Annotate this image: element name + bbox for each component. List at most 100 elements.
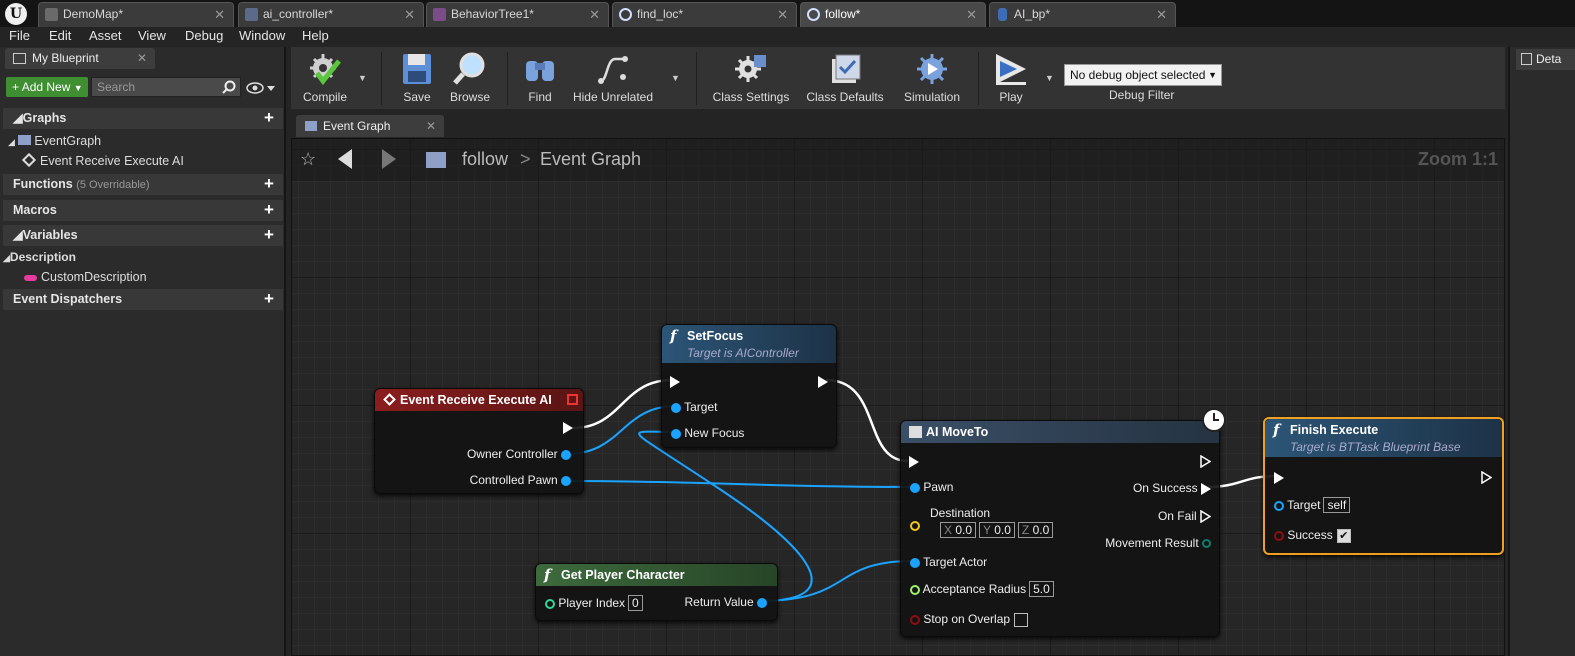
pin-exec-out[interactable] [818, 373, 828, 389]
menu-edit[interactable]: Edit [49, 28, 71, 43]
hide-unrelated-options-icon[interactable]: ▼ [671, 73, 680, 83]
function-icon: f [670, 327, 677, 345]
pin-target[interactable]: Target [671, 399, 717, 415]
target-self-field[interactable]: self [1323, 497, 1351, 513]
add-dispatcher-icon[interactable]: + [261, 290, 277, 307]
pin-target-actor[interactable]: Target Actor [910, 554, 987, 570]
save-button[interactable]: Save [397, 51, 437, 107]
tab-demomap[interactable]: DemoMap* ✕ [38, 2, 234, 27]
hide-unrelated-button[interactable]: Hide Unrelated [570, 51, 656, 107]
success-checkbox[interactable]: ✔ [1336, 528, 1351, 543]
play-options-icon[interactable]: ▼ [1045, 73, 1054, 83]
tab-ai-controller[interactable]: ai_controller* ✕ [238, 2, 424, 27]
pin-target[interactable]: Target self [1274, 497, 1351, 513]
pin-acceptance-radius[interactable]: Acceptance Radius 5.0 [910, 581, 1054, 597]
event-graph-tab[interactable]: Event Graph ✕ [296, 115, 444, 137]
close-icon[interactable]: ✕ [137, 48, 147, 69]
tree-event-receive-execute-ai[interactable]: Event Receive Execute AI [21, 152, 184, 168]
pin-exec-out[interactable] [1200, 453, 1211, 469]
tab-ai-bp[interactable]: AI_bp* ✕ [989, 2, 1176, 27]
pin-movement-result[interactable]: Movement Result [1105, 535, 1211, 551]
node-event-receive-execute-ai[interactable]: Event Receive Execute AI Owner Controlle… [374, 388, 584, 494]
acceptance-radius-field[interactable]: 5.0 [1029, 581, 1054, 597]
stop-on-overlap-checkbox[interactable] [1014, 612, 1029, 627]
functions-section[interactable]: Functions (5 Overridable) + [3, 174, 283, 195]
pin-on-success[interactable]: On Success [1133, 480, 1211, 496]
node-setfocus[interactable]: f SetFocus Target is AIController Target… [661, 324, 837, 448]
pin-owner-controller[interactable]: Owner Controller [467, 446, 571, 462]
add-new-button[interactable]: + Add New ▼ [6, 77, 88, 97]
play-icon [996, 54, 1026, 85]
menu-asset[interactable]: Asset [89, 28, 122, 43]
close-icon[interactable]: ✕ [777, 3, 788, 26]
pin-controlled-pawn[interactable]: Controlled Pawn [470, 472, 571, 488]
macros-section[interactable]: Macros + [3, 200, 283, 221]
pin-stop-on-overlap[interactable]: Stop on Overlap [910, 611, 1029, 627]
node-finish-execute[interactable]: f Finish Execute Target is BTTask Bluepr… [1263, 417, 1504, 555]
add-macro-icon[interactable]: + [261, 201, 277, 218]
menu-view[interactable]: View [138, 28, 166, 43]
my-blueprint-tab[interactable]: My Blueprint ✕ [5, 48, 155, 69]
tab-find-loc[interactable]: find_loc* ✕ [612, 2, 797, 27]
play-button[interactable]: Play [987, 51, 1035, 107]
pin-exec-out[interactable] [1481, 469, 1492, 485]
save-disk-icon [403, 54, 431, 84]
pin-player-index[interactable]: Player Index 0 [545, 595, 643, 611]
graphs-section[interactable]: ◢Graphs + [3, 108, 283, 129]
latent-clock-icon [1202, 408, 1226, 432]
pin-on-fail[interactable]: On Fail [1158, 508, 1211, 524]
menu-file[interactable]: File [9, 28, 30, 43]
menu-debug[interactable]: Debug [185, 28, 223, 43]
pin-exec-in[interactable] [1274, 469, 1284, 485]
tree-eventgraph[interactable]: ◢ EventGraph [8, 134, 101, 148]
player-index-field[interactable]: 0 [628, 595, 643, 611]
find-button[interactable]: Find [519, 51, 561, 107]
menu-window[interactable]: Window [239, 28, 285, 43]
class-defaults-button[interactable]: Class Defaults [801, 51, 889, 107]
node-get-player-character[interactable]: f Get Player Character Player Index 0 Ret… [535, 563, 778, 621]
node-ai-moveto[interactable]: AI MoveTo Pawn Destination X 0.0 Y 0.0 Z 0… [900, 408, 1226, 637]
add-function-icon[interactable]: + [261, 175, 277, 192]
pin-success[interactable]: Success ✔ [1274, 527, 1351, 543]
close-icon[interactable]: ✕ [404, 3, 415, 26]
close-icon[interactable]: ✕ [1156, 3, 1167, 26]
add-variable-icon[interactable]: + [261, 226, 277, 243]
pin-exec-in[interactable] [670, 373, 680, 389]
unreal-logo-icon[interactable]: U [5, 3, 27, 25]
destination-label: Destination [930, 506, 991, 520]
class-settings-button[interactable]: Class Settings [709, 51, 793, 107]
pin-new-focus[interactable]: New Focus [671, 425, 744, 441]
details-tab[interactable]: Deta [1516, 49, 1575, 70]
variable-customdescription[interactable]: CustomDescription [24, 270, 147, 284]
tab-behaviortree1[interactable]: BehaviorTree1* ✕ [426, 2, 609, 27]
browse-button[interactable]: Browse [446, 51, 494, 107]
close-icon[interactable]: ✕ [426, 115, 436, 137]
wire-exec-setfocus-moveto [825, 378, 909, 463]
pin-exec-in[interactable] [909, 453, 919, 469]
menu-help[interactable]: Help [302, 28, 329, 43]
debug-object-dropdown[interactable]: No debug object selected ▼ [1064, 64, 1222, 86]
delegate-pin-icon[interactable] [567, 394, 578, 405]
destination-x-field[interactable]: X 0.0 [940, 522, 977, 538]
pin-return-value[interactable]: Return Value [685, 594, 767, 610]
destination-y-field[interactable]: Y 0.0 [979, 522, 1015, 538]
simulation-button[interactable]: Simulation [896, 51, 968, 107]
graph-canvas[interactable]: ☆ follow > Event Graph Zoom 1:1 Event Re… [291, 138, 1505, 656]
pin-exec-out[interactable] [563, 419, 573, 435]
pin-destination[interactable] [910, 517, 920, 533]
pin-pawn[interactable]: Pawn [910, 479, 953, 495]
variables-section[interactable]: ◢Variables + [3, 225, 283, 246]
category-description[interactable]: ◢Description [3, 250, 76, 264]
destination-z-field[interactable]: Z 0.0 [1017, 522, 1054, 538]
compile-button[interactable]: Compile [295, 51, 355, 107]
close-icon[interactable]: ✕ [214, 3, 225, 26]
character-icon [998, 8, 1007, 21]
close-icon[interactable]: ✕ [589, 3, 600, 26]
event-dispatchers-section[interactable]: Event Dispatchers + [3, 289, 283, 310]
tab-follow[interactable]: follow* ✕ [800, 2, 986, 27]
close-icon[interactable]: ✕ [966, 3, 977, 26]
eye-icon[interactable] [246, 81, 276, 95]
compile-options-icon[interactable]: ▼ [358, 73, 367, 83]
add-graph-icon[interactable]: + [261, 109, 277, 126]
search-input[interactable]: Search [91, 77, 241, 97]
